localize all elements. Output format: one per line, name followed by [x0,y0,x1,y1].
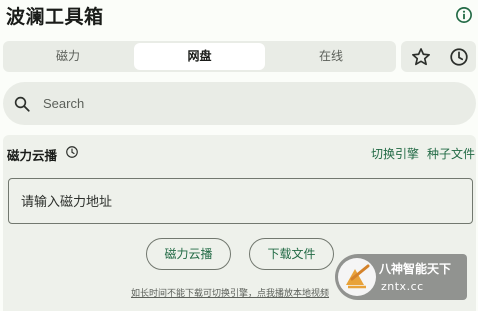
quick-actions [401,41,476,72]
search-bar [3,82,476,125]
watermark-title: 八神智能天下 [379,262,452,276]
magnet-url-input[interactable] [8,178,473,224]
search-input[interactable] [43,91,463,116]
watermark-url: zntx.cc [381,280,424,293]
source-tabs: 磁力 网盘 在线 [3,41,396,72]
seed-file-link[interactable]: 种子文件 [427,145,475,162]
history-clock-icon[interactable] [65,145,79,159]
magnet-play-button[interactable]: 磁力云播 [146,238,231,270]
download-file-button[interactable]: 下载文件 [249,238,334,270]
watermark: 八神智能天下 zntx.cc [335,254,467,300]
tab-online[interactable]: 在线 [266,41,396,72]
app-header: 波澜工具箱 [0,0,478,34]
tab-netdisk[interactable]: 网盘 [134,43,265,70]
hint-link[interactable]: 如长时间不能下载可切换引擎，点我播放本地视频 [131,286,329,299]
panel-title: 磁力云播 [7,148,58,163]
star-icon[interactable] [410,46,432,68]
tab-magnet[interactable]: 磁力 [3,41,133,72]
app-title: 波澜工具箱 [6,6,104,28]
info-icon[interactable] [455,6,473,24]
switch-engine-link[interactable]: 切换引擎 [371,145,419,162]
search-icon [14,96,30,112]
watermark-logo [338,258,376,296]
clock-icon[interactable] [448,46,470,68]
